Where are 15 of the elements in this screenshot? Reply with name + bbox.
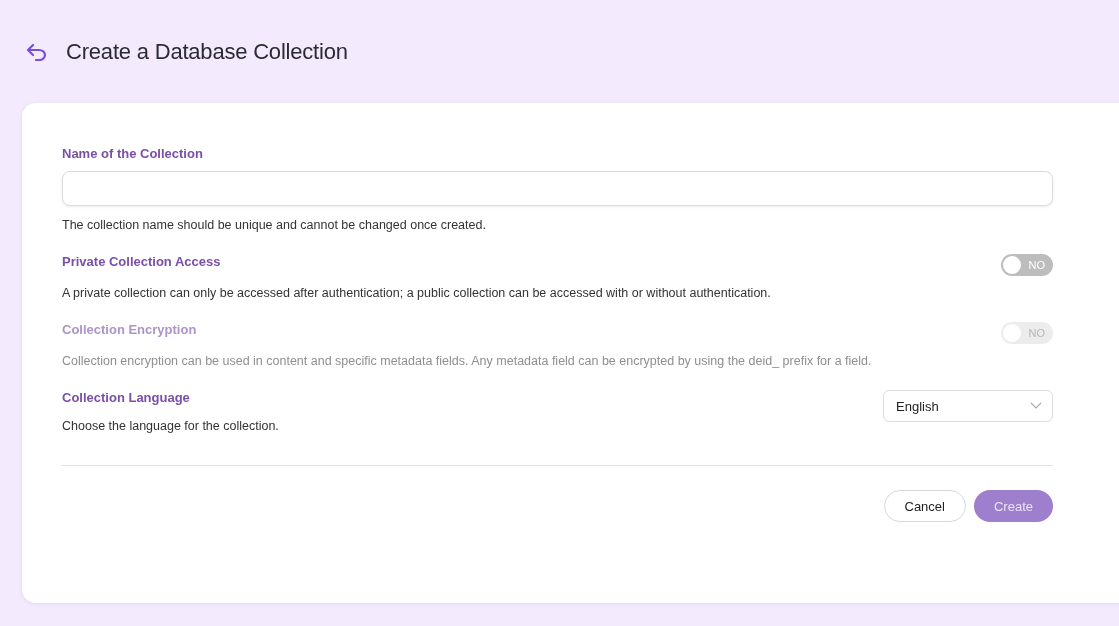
- help-text: Collection encryption can be used in content and specific metadata fields. Any metadata field can be encrypted by using the deid_ prefix for a field.: [62, 354, 873, 368]
- help-text: The collection name should be unique and cannot be changed once created.: [62, 218, 487, 232]
- toggle-switch[interactable]: NO: [1001, 254, 1053, 276]
- field-label: Private Collection Access: [62, 254, 221, 269]
- field-label: Collection Language: [62, 390, 191, 405]
- help-text: Choose the language for the collection.: [62, 419, 279, 433]
- name-input-field[interactable]: [62, 171, 1053, 206]
- chevron-down-icon: [1030, 402, 1042, 410]
- field-label: Name of the Collection: [62, 146, 204, 161]
- field-label: Collection Encryption: [62, 322, 197, 337]
- page-title: Create a Database Collection: [66, 38, 348, 65]
- back-icon[interactable]: [26, 42, 48, 61]
- help-text: A private collection can only be accessed after authentication; a public collection can be accessed with or without authentication.: [62, 286, 772, 300]
- cancel-button[interactable]: Cancel: [883, 490, 966, 522]
- language-dropdown[interactable]: English: [883, 390, 1053, 422]
